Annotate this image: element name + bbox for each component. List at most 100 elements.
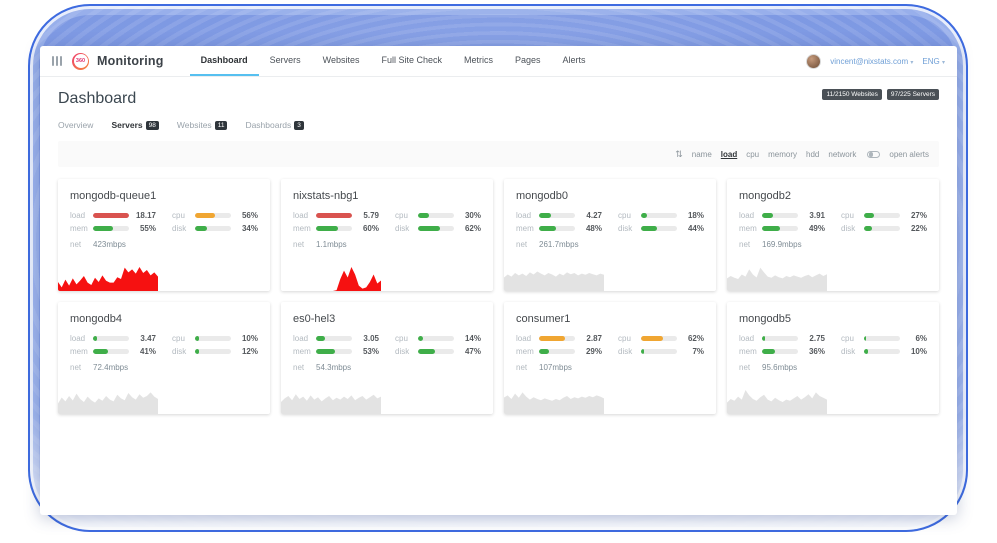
sort-by-load[interactable]: load xyxy=(721,150,737,159)
cpu-value: 6% xyxy=(900,334,927,343)
net-value: 54.3mbps xyxy=(316,363,351,372)
mem-label: mem xyxy=(739,224,762,233)
cpu-value: 10% xyxy=(231,334,258,343)
load-bar xyxy=(316,336,352,341)
mem-metric: mem 53% xyxy=(293,347,379,356)
server-name: nixstats-nbg1 xyxy=(281,179,493,211)
disk-metric: disk 34% xyxy=(172,224,258,233)
tab-servers[interactable]: Servers xyxy=(259,46,312,76)
cpu-label: cpu xyxy=(618,334,641,343)
cpu-metric: cpu 27% xyxy=(841,211,927,220)
subtab-servers[interactable]: Servers98 xyxy=(111,120,158,130)
servers-count-badge[interactable]: 97/225 Servers xyxy=(887,89,939,100)
tab-full-site-check[interactable]: Full Site Check xyxy=(370,46,453,76)
sort-arrows-icon[interactable]: ⇅ xyxy=(675,149,683,160)
server-metrics: load 18.17 cpu 56% mem 55% disk 34% xyxy=(58,211,270,233)
server-metrics: load 5.79 cpu 30% mem 60% disk 62% xyxy=(281,211,493,233)
network-sparkline xyxy=(58,261,158,291)
net-label: net xyxy=(293,240,316,249)
cpu-label: cpu xyxy=(841,334,864,343)
server-card[interactable]: mongodb5 load 2.75 cpu 6% mem 36% disk 1… xyxy=(727,302,939,414)
tab-websites[interactable]: Websites xyxy=(312,46,371,76)
logo-text[interactable]: Monitoring xyxy=(97,54,164,68)
mem-metric: mem 29% xyxy=(516,347,602,356)
disk-value: 62% xyxy=(454,224,481,233)
logo-360-icon[interactable]: 360 xyxy=(72,53,89,70)
net-value: 95.6mbps xyxy=(762,363,797,372)
tab-metrics[interactable]: Metrics xyxy=(453,46,504,76)
load-label: load xyxy=(739,211,762,220)
server-card[interactable]: consumer1 load 2.87 cpu 62% mem 29% disk… xyxy=(504,302,716,414)
apps-grid-icon[interactable] xyxy=(52,56,62,66)
disk-label: disk xyxy=(172,347,195,356)
sort-by-network[interactable]: network xyxy=(828,150,856,159)
disk-metric: disk 10% xyxy=(841,347,927,356)
sort-by-memory[interactable]: memory xyxy=(768,150,797,159)
server-metrics: load 2.87 cpu 62% mem 29% disk 7% xyxy=(504,334,716,356)
disk-metric: disk 12% xyxy=(172,347,258,356)
user-avatar[interactable] xyxy=(806,54,821,69)
server-card[interactable]: mongodb2 load 3.91 cpu 27% mem 49% disk … xyxy=(727,179,939,291)
server-name: consumer1 xyxy=(504,302,716,334)
network-sparkline xyxy=(504,261,604,291)
server-name: mongodb0 xyxy=(504,179,716,211)
cpu-label: cpu xyxy=(172,334,195,343)
subtab-dashboards[interactable]: Dashboards3 xyxy=(245,120,303,130)
disk-label: disk xyxy=(395,224,418,233)
disk-metric: disk 44% xyxy=(618,224,704,233)
net-metric: net 1.1mbps xyxy=(281,233,493,249)
network-sparkline xyxy=(281,261,381,291)
mem-value: 60% xyxy=(352,224,379,233)
load-bar xyxy=(539,213,575,218)
server-card[interactable]: mongodb-queue1 load 18.17 cpu 56% mem 55… xyxy=(58,179,270,291)
mem-metric: mem 36% xyxy=(739,347,825,356)
tab-alerts[interactable]: Alerts xyxy=(552,46,597,76)
sort-by-cpu[interactable]: cpu xyxy=(746,150,759,159)
header-badges: 11/2150 Websites 97/225 Servers xyxy=(822,89,939,100)
mem-label: mem xyxy=(293,347,316,356)
network-sparkline xyxy=(58,384,158,414)
load-value: 2.87 xyxy=(575,334,602,343)
mem-value: 49% xyxy=(798,224,825,233)
net-metric: net 95.6mbps xyxy=(727,356,939,372)
cpu-metric: cpu 10% xyxy=(172,334,258,343)
disk-label: disk xyxy=(841,347,864,356)
server-card[interactable]: mongodb4 load 3.47 cpu 10% mem 41% disk … xyxy=(58,302,270,414)
subtab-websites[interactable]: Websites11 xyxy=(177,120,228,130)
open-alerts-label[interactable]: open alerts xyxy=(889,150,929,159)
tab-pages[interactable]: Pages xyxy=(504,46,552,76)
disk-label: disk xyxy=(618,347,641,356)
load-bar xyxy=(762,336,798,341)
load-metric: load 3.47 xyxy=(70,334,156,343)
disk-label: disk xyxy=(618,224,641,233)
cpu-metric: cpu 18% xyxy=(618,211,704,220)
mem-value: 55% xyxy=(129,224,156,233)
open-alerts-toggle[interactable] xyxy=(867,151,880,158)
tab-dashboard[interactable]: Dashboard xyxy=(190,46,259,76)
disk-value: 22% xyxy=(900,224,927,233)
mem-label: mem xyxy=(739,347,762,356)
server-card[interactable]: nixstats-nbg1 load 5.79 cpu 30% mem 60% … xyxy=(281,179,493,291)
mem-value: 36% xyxy=(798,347,825,356)
load-bar xyxy=(93,213,129,218)
server-metrics: load 3.91 cpu 27% mem 49% disk 22% xyxy=(727,211,939,233)
mem-bar xyxy=(539,349,575,354)
nav-tabs: Dashboard Servers Websites Full Site Che… xyxy=(190,46,597,76)
mem-label: mem xyxy=(70,224,93,233)
sort-by-hdd[interactable]: hdd xyxy=(806,150,819,159)
load-label: load xyxy=(739,334,762,343)
net-label: net xyxy=(516,363,539,372)
language-menu[interactable]: ENG ▾ xyxy=(922,57,945,66)
server-card[interactable]: es0-hel3 load 3.05 cpu 14% mem 53% disk … xyxy=(281,302,493,414)
user-email-menu[interactable]: vincent@nixstats.com ▾ xyxy=(830,57,913,66)
sort-by-name[interactable]: name xyxy=(692,150,712,159)
subtab-overview[interactable]: Overview xyxy=(58,120,93,130)
server-card[interactable]: mongodb0 load 4.27 cpu 18% mem 48% disk … xyxy=(504,179,716,291)
cpu-value: 27% xyxy=(900,211,927,220)
net-value: 261.7mbps xyxy=(539,240,579,249)
mem-bar xyxy=(539,226,575,231)
load-metric: load 3.91 xyxy=(739,211,825,220)
cpu-bar xyxy=(418,213,454,218)
websites-count-badge[interactable]: 11/2150 Websites xyxy=(822,89,881,100)
load-metric: load 2.87 xyxy=(516,334,602,343)
